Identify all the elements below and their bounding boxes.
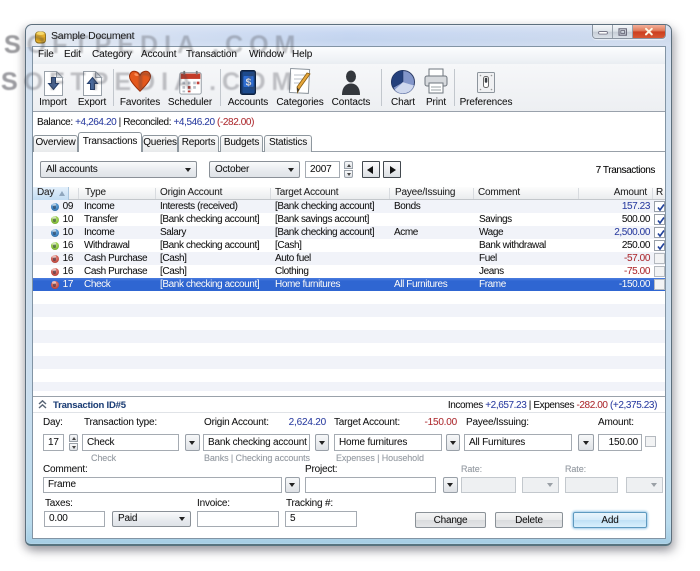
svg-text:$: $ — [246, 78, 252, 89]
